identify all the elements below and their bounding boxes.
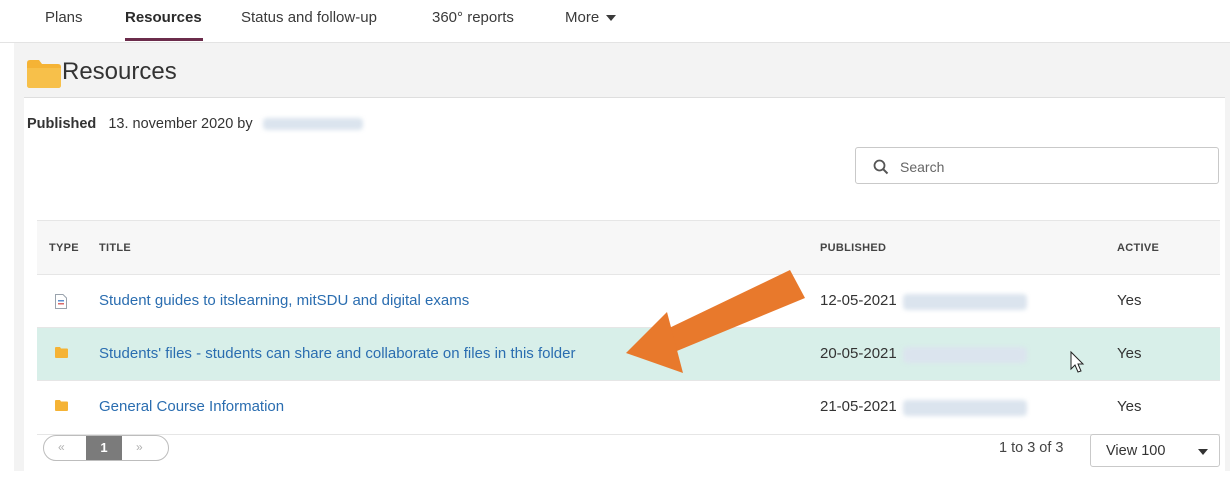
top-navigation: Plans Resources Status and follow-up 360… bbox=[0, 0, 1230, 43]
resource-title-link[interactable]: General Course Information bbox=[99, 398, 284, 415]
tab-status-and-follow-up[interactable]: Status and follow-up bbox=[241, 9, 377, 26]
redacted-author bbox=[903, 347, 1027, 363]
published-label: Published bbox=[27, 116, 97, 132]
redacted-author bbox=[262, 118, 363, 131]
table-row[interactable]: General Course Information 21-05-2021 Ye… bbox=[37, 380, 1220, 435]
active-tab-indicator bbox=[125, 38, 203, 41]
search-icon bbox=[873, 159, 889, 175]
redacted-author bbox=[903, 400, 1027, 416]
next-page-button[interactable]: » bbox=[136, 440, 143, 454]
column-header-active[interactable]: ACTIVE bbox=[1117, 242, 1159, 254]
search-box[interactable] bbox=[855, 147, 1219, 184]
column-header-title[interactable]: TITLE bbox=[99, 242, 131, 254]
active-status: Yes bbox=[1117, 345, 1142, 362]
published-date: 12-05-2021 bbox=[820, 292, 897, 309]
pagination: « 1 » bbox=[43, 435, 169, 461]
view-count-select[interactable]: View 100 bbox=[1090, 434, 1220, 467]
published-date-text: 13. november 2020 by bbox=[108, 116, 253, 132]
resource-title-link[interactable]: Students' files - students can share and… bbox=[99, 345, 575, 362]
table-row-selected[interactable]: Students' files - students can share and… bbox=[37, 327, 1220, 381]
column-header-type[interactable]: TYPE bbox=[49, 242, 79, 254]
tab-360-reports[interactable]: 360° reports bbox=[432, 9, 514, 26]
table-header: TYPE TITLE PUBLISHED ACTIVE bbox=[37, 220, 1220, 275]
published-date: 21-05-2021 bbox=[820, 398, 897, 415]
published-date: 20-05-2021 bbox=[820, 345, 897, 362]
document-icon bbox=[55, 294, 67, 309]
column-header-published[interactable]: PUBLISHED bbox=[820, 242, 886, 254]
current-page-button[interactable]: 1 bbox=[86, 436, 122, 460]
resource-title-link[interactable]: Student guides to itslearning, mitSDU an… bbox=[99, 292, 469, 309]
redacted-author bbox=[903, 294, 1027, 310]
table-row[interactable]: Student guides to itslearning, mitSDU an… bbox=[37, 274, 1220, 328]
resources-content: Resources Published 13. november 2020 by… bbox=[14, 43, 1230, 472]
result-range: 1 to 3 of 3 bbox=[999, 440, 1064, 456]
search-input[interactable] bbox=[898, 156, 1202, 178]
published-info: Published 13. november 2020 by bbox=[27, 116, 363, 132]
tab-more-label: More bbox=[565, 9, 600, 26]
tab-plans[interactable]: Plans bbox=[45, 9, 83, 26]
folder-icon bbox=[55, 400, 68, 411]
previous-page-button[interactable]: « bbox=[58, 440, 65, 454]
caret-down-icon bbox=[606, 15, 617, 22]
folder-icon bbox=[55, 347, 68, 358]
caret-down-icon bbox=[1198, 449, 1208, 455]
page-title: Resources bbox=[62, 58, 177, 85]
view-count-label: View 100 bbox=[1106, 443, 1166, 459]
active-status: Yes bbox=[1117, 292, 1142, 309]
folder-icon bbox=[27, 60, 61, 88]
active-status: Yes bbox=[1117, 398, 1142, 415]
tab-resources[interactable]: Resources bbox=[125, 9, 202, 26]
tab-more[interactable]: More bbox=[565, 9, 617, 26]
